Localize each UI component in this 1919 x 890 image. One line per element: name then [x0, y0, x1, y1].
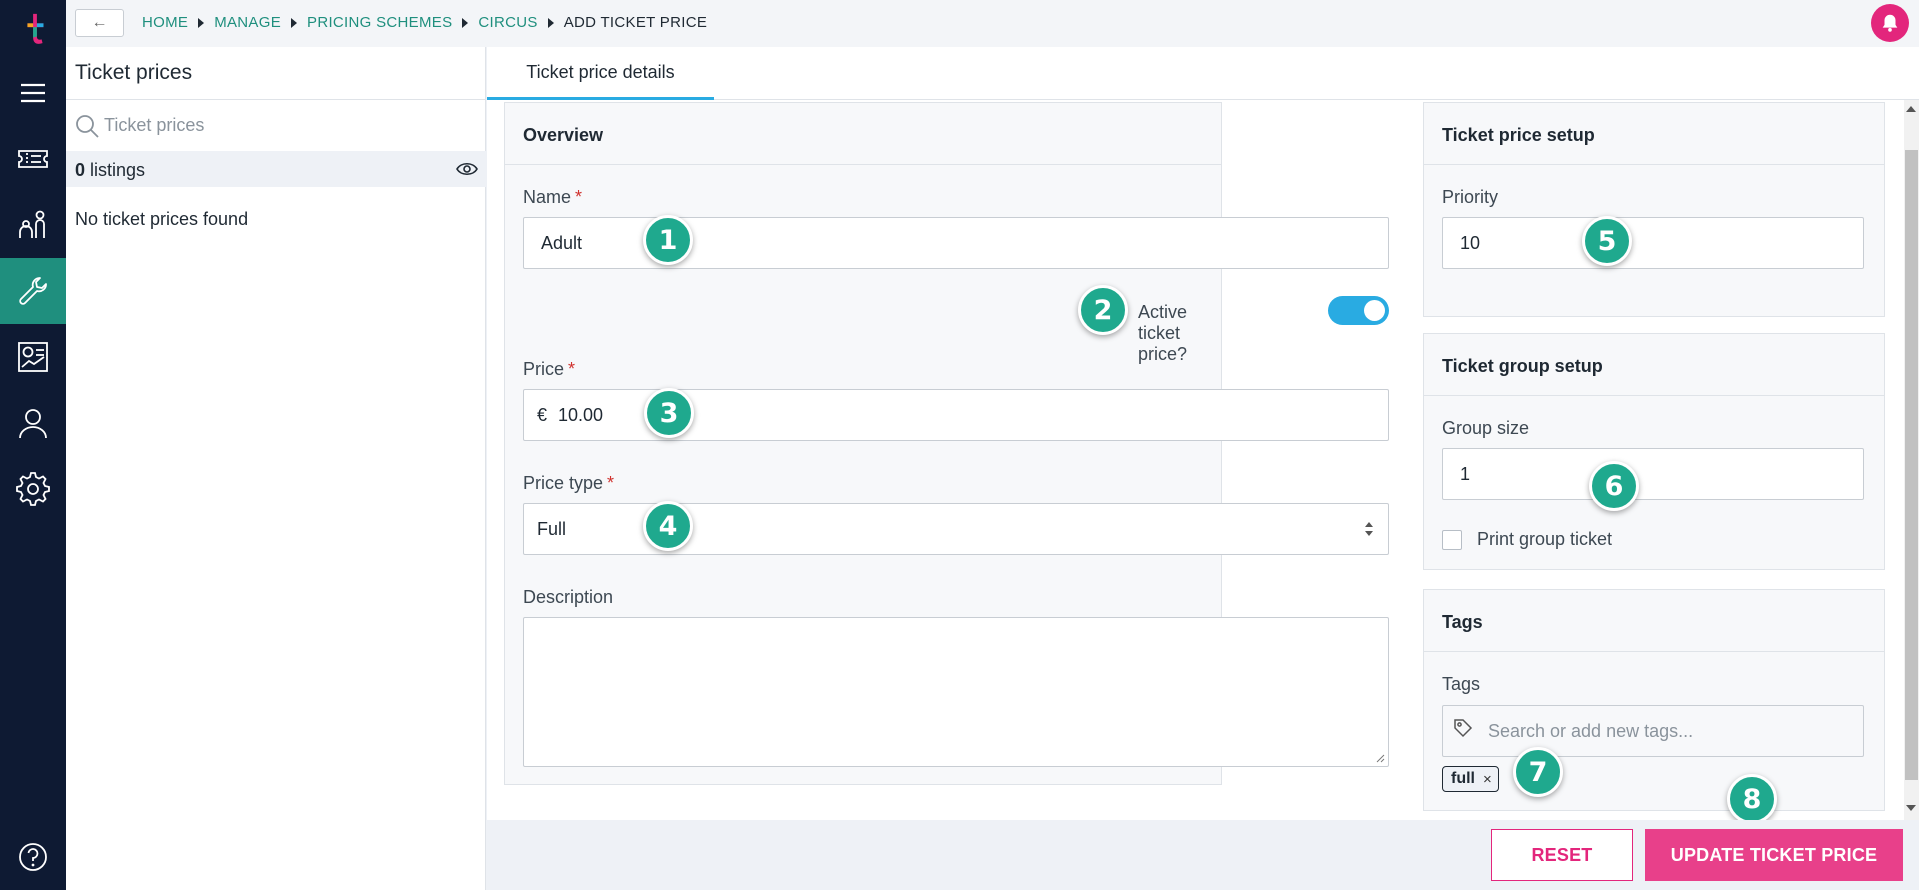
- gear-icon[interactable]: [0, 456, 66, 522]
- price-value: 10.00: [558, 404, 604, 425]
- required-mark: *: [568, 359, 576, 379]
- annotation-badge: 3: [644, 388, 694, 438]
- listing-count: 0: [75, 160, 86, 180]
- group-size-input[interactable]: [1442, 448, 1864, 500]
- required-mark: *: [607, 473, 615, 493]
- annotation-badge: 2: [1078, 285, 1128, 335]
- help-icon[interactable]: [0, 824, 66, 890]
- annotation-badge: 7: [1513, 747, 1563, 797]
- search-icon: [76, 115, 99, 138]
- active-ticket-price-label: Active ticket price?: [1138, 302, 1188, 364]
- print-group-ticket-checkbox[interactable]: [1442, 530, 1462, 550]
- breadcrumb-separator-icon: [198, 17, 205, 28]
- scrollbar-thumb[interactable]: [1905, 150, 1918, 780]
- breadcrumb-current: ADD TICKET PRICE: [563, 14, 708, 31]
- card-header: Tags: [1424, 590, 1884, 652]
- main-content: Overview Name* Active ticket price? Pric…: [487, 100, 1904, 824]
- form-footer: RESET UPDATE TICKET PRICE: [487, 820, 1919, 890]
- active-ticket-price-toggle[interactable]: [1328, 296, 1389, 325]
- ticket-price-setup-title: Ticket price setup: [1442, 125, 1595, 145]
- breadcrumb-pricing-schemes[interactable]: PRICING SCHEMES: [307, 14, 452, 31]
- reset-button[interactable]: RESET: [1491, 829, 1633, 881]
- ticket-price-search-input[interactable]: [104, 109, 474, 141]
- listing-count-row: 0 listings: [66, 151, 486, 187]
- annotation-badge: 4: [643, 501, 693, 551]
- tag-chip-label: full: [1451, 770, 1475, 787]
- breadcrumb: HOME MANAGE PRICING SCHEMES CIRCUS ADD T…: [142, 14, 707, 31]
- empty-list-message: No ticket prices found: [75, 209, 249, 229]
- ticket-price-list-panel: Ticket prices 0 listings No ticket price…: [66, 47, 486, 890]
- group-size-label: Group size: [1442, 418, 1530, 438]
- breadcrumb-circus[interactable]: CIRCUS: [478, 14, 537, 31]
- ticket-group-setup-title: Ticket group setup: [1442, 356, 1603, 376]
- overview-card: Overview Name* Active ticket price? Pric…: [504, 102, 1389, 785]
- name-label: Name *: [523, 187, 582, 208]
- remove-tag-icon[interactable]: ×: [1483, 771, 1492, 788]
- logo-icon[interactable]: [18, 12, 48, 48]
- breadcrumb-home[interactable]: HOME: [142, 14, 188, 31]
- tags-label: Tags: [1442, 674, 1481, 694]
- breadcrumb-separator-icon: [547, 17, 554, 28]
- breadcrumb-manage[interactable]: MANAGE: [214, 14, 281, 31]
- breadcrumb-separator-icon: [462, 17, 469, 28]
- annotation-badge: 8: [1727, 774, 1777, 824]
- currency-symbol: €: [537, 404, 548, 425]
- ticket-group-setup-card: Ticket group setup Group size Print grou…: [1423, 333, 1885, 570]
- breadcrumb-separator-icon: [291, 17, 298, 28]
- card-header: Ticket group setup: [1424, 334, 1884, 396]
- listing-count-label: listings: [90, 160, 146, 180]
- card-header: Overview: [505, 103, 1221, 165]
- annotation-badge: 1: [643, 215, 693, 265]
- select-arrows-icon: [1365, 522, 1373, 536]
- eye-icon[interactable]: [456, 160, 478, 178]
- required-mark: *: [575, 187, 583, 207]
- tags-search-input[interactable]: [1442, 705, 1864, 757]
- scroll-up-icon[interactable]: [1906, 106, 1916, 112]
- overview-title: Overview: [523, 125, 604, 145]
- tags-title: Tags: [1442, 612, 1483, 632]
- priority-input[interactable]: [1442, 217, 1864, 269]
- ticket-price-setup-card: Ticket price setup Priority: [1423, 102, 1885, 317]
- name-label-text: Name: [523, 187, 572, 207]
- tab-bar: Ticket price details: [487, 47, 1919, 100]
- price-label-text: Price: [523, 359, 565, 379]
- annotation-badge: 6: [1589, 461, 1639, 511]
- back-button[interactable]: ←: [75, 9, 124, 37]
- reports-icon[interactable]: [0, 324, 66, 390]
- priority-label: Priority: [1442, 187, 1499, 207]
- update-ticket-price-button[interactable]: UPDATE TICKET PRICE: [1645, 829, 1903, 881]
- price-type-value: Full: [537, 518, 567, 539]
- price-label: Price *: [523, 359, 575, 380]
- wrench-icon[interactable]: [0, 258, 66, 324]
- description-label: Description: [523, 587, 614, 607]
- divider: [66, 99, 486, 100]
- price-type-label-text: Price type: [523, 473, 604, 493]
- tags-card: Tags Tags full ×: [1423, 589, 1885, 811]
- card-header: Ticket price setup: [1424, 103, 1884, 165]
- user-icon[interactable]: [0, 390, 66, 456]
- print-group-ticket-label: Print group ticket: [1477, 529, 1613, 549]
- price-type-label: Price type *: [523, 473, 614, 494]
- top-bar: ← HOME MANAGE PRICING SCHEMES CIRCUS ADD…: [66, 0, 1919, 47]
- main-nav: [0, 0, 66, 890]
- list-panel-title: Ticket prices: [75, 61, 193, 84]
- toggle-knob: [1364, 300, 1385, 321]
- description-textarea[interactable]: [523, 617, 1389, 767]
- tab-ticket-price-details[interactable]: Ticket price details: [487, 47, 714, 100]
- back-arrow-icon: ←: [91, 14, 108, 31]
- tickets-icon[interactable]: [0, 126, 66, 192]
- visitors-icon[interactable]: [0, 192, 66, 258]
- tag-chip: full ×: [1442, 766, 1499, 792]
- bell-icon[interactable]: [1871, 4, 1909, 42]
- resize-handle-icon[interactable]: [1375, 753, 1385, 763]
- annotation-badge: 5: [1582, 216, 1632, 266]
- scroll-down-icon[interactable]: [1906, 805, 1916, 811]
- menu-icon[interactable]: [0, 60, 66, 126]
